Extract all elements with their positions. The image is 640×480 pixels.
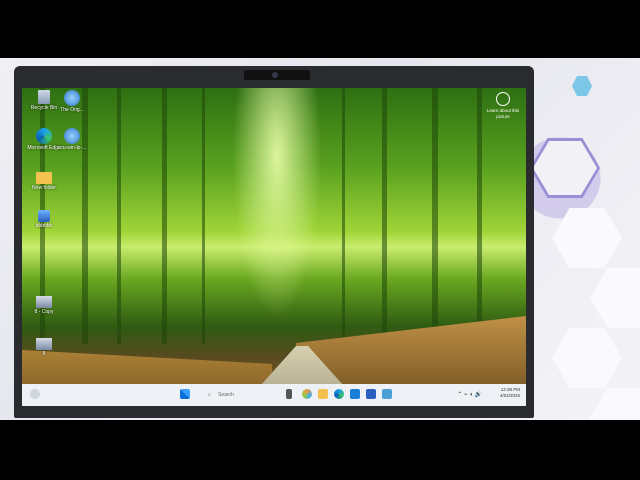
light-glow xyxy=(232,88,322,318)
taskbar-search[interactable]: ⌕ Search xyxy=(208,390,278,400)
desktop-icon-ccu[interactable]: ccu-win-lp-... xyxy=(50,128,94,151)
application-icon xyxy=(38,210,50,222)
bamboo-trunk xyxy=(382,88,387,344)
bamboo-trunk xyxy=(342,88,345,344)
globe-icon xyxy=(64,128,80,144)
clock[interactable]: 12:38 PM 4/02/2025 xyxy=(500,387,520,399)
spotlight-learn-about-picture[interactable]: Learn about this picture xyxy=(486,92,520,119)
bamboo-trunk xyxy=(477,88,482,344)
app-icon[interactable] xyxy=(382,389,392,399)
file-explorer-icon[interactable] xyxy=(318,389,328,399)
globe-icon xyxy=(64,90,80,106)
bamboo-trunk xyxy=(82,88,88,344)
windows-start-icon[interactable] xyxy=(180,389,190,399)
recycle-bin-icon xyxy=(38,90,50,104)
folder-icon xyxy=(36,172,52,184)
bamboo-trunk xyxy=(162,88,167,344)
webcam-icon xyxy=(272,72,278,78)
hex-tile xyxy=(552,208,622,268)
edge-taskbar-icon[interactable] xyxy=(334,389,344,399)
taskbar: ⌕ Search ⌃ ⌁ ◖ 🔊 12:38 PM 4/02/2025 xyxy=(22,384,526,406)
webcam-notch xyxy=(244,70,310,80)
hex-tile xyxy=(552,328,622,388)
video-letterbox-bottom xyxy=(0,420,640,480)
camera-circle-icon xyxy=(496,92,510,106)
search-icon: ⌕ xyxy=(208,392,211,398)
laptop-frame: Recycle Bin The Orig... Microsoft Edge c… xyxy=(14,66,534,418)
bamboo-trunk xyxy=(432,88,438,344)
desktop-icon-8[interactable]: 8 xyxy=(22,338,66,357)
copilot-icon[interactable] xyxy=(302,389,312,399)
bamboo-trunk xyxy=(117,88,121,344)
hex-outline xyxy=(530,138,600,198)
image-file-icon xyxy=(36,296,52,308)
desktop-icon-8-copy[interactable]: 8 - Copy xyxy=(22,296,66,315)
hex-tile xyxy=(590,268,640,328)
desktop-icon-new-folder[interactable]: New folder xyxy=(22,172,66,191)
hex-accent-blue xyxy=(572,76,592,96)
image-file-icon xyxy=(36,338,52,350)
system-tray-icons[interactable]: ⌃ ⌁ ◖ 🔊 xyxy=(457,391,482,398)
store-icon[interactable] xyxy=(366,389,376,399)
desktop-icon-the-orig[interactable]: The Orig... xyxy=(50,90,94,113)
bamboo-trunk xyxy=(202,88,205,344)
widgets-icon[interactable] xyxy=(30,389,40,399)
task-view-icon[interactable] xyxy=(286,389,292,399)
mail-icon[interactable] xyxy=(350,389,360,399)
desktop-icon-bbbbbb[interactable]: bbbbbb xyxy=(22,210,66,229)
laptop-screen: Recycle Bin The Orig... Microsoft Edge c… xyxy=(22,88,526,406)
